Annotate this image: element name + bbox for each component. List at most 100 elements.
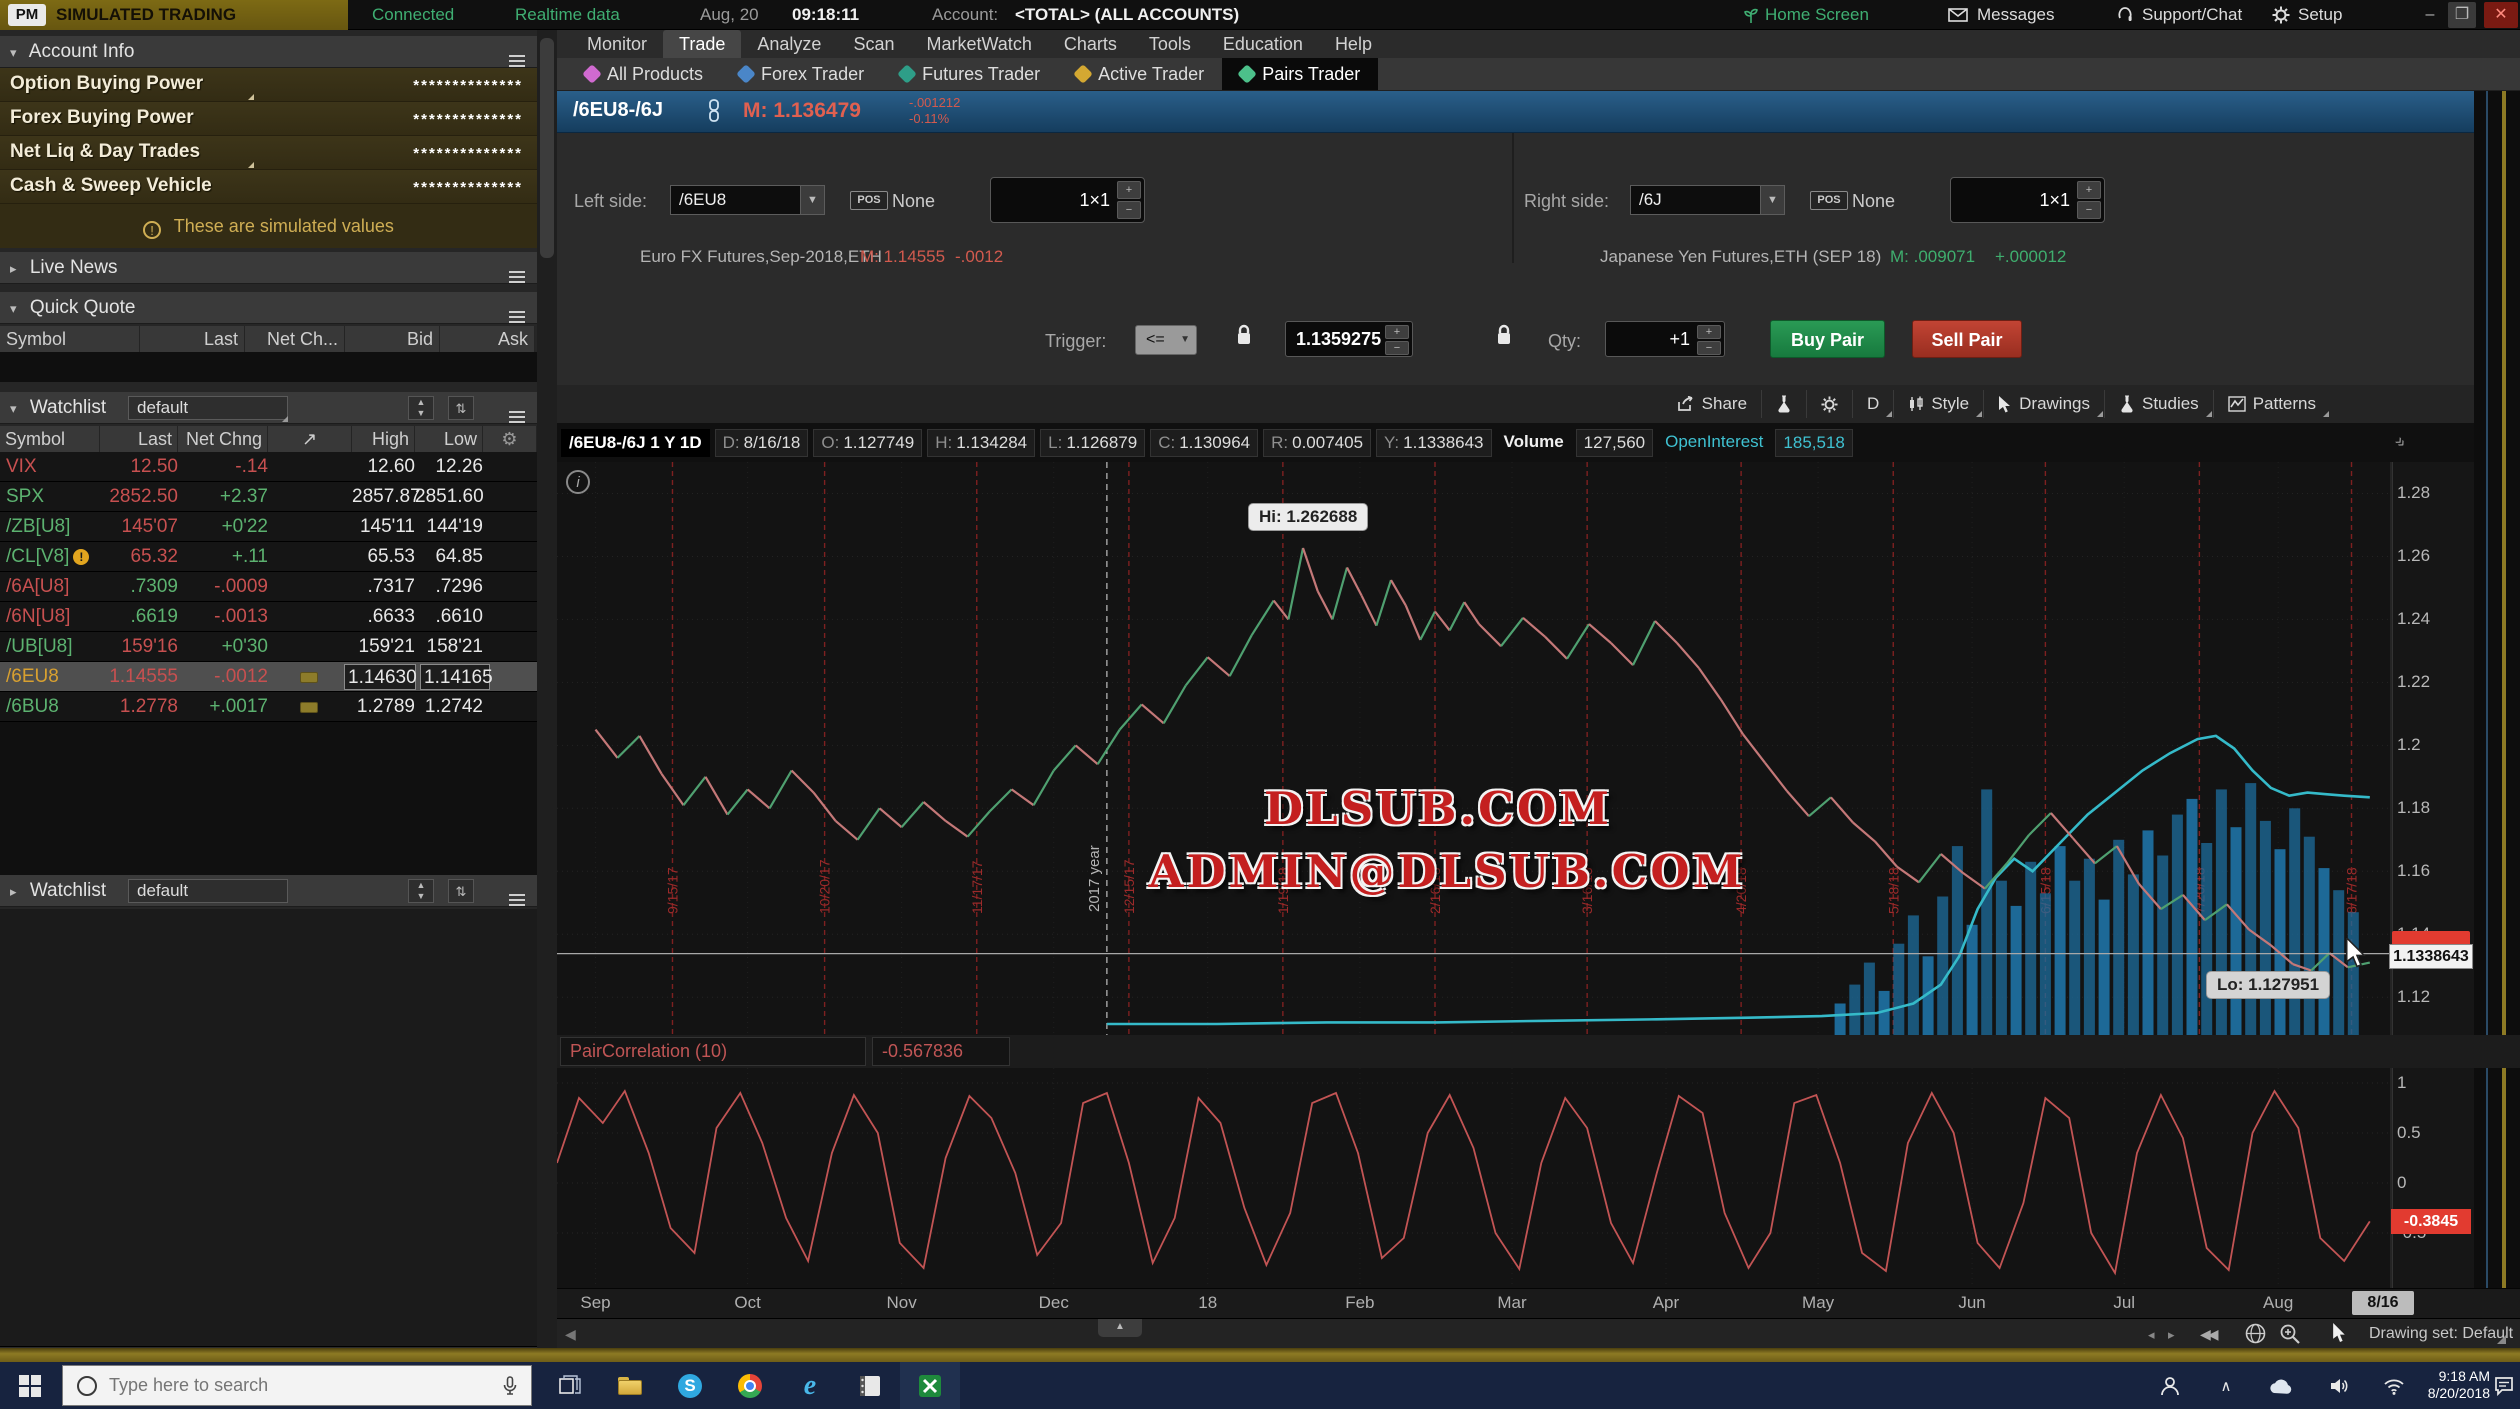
watchlist-row--cl-v8-[interactable]: /CL[V8]!65.32+.1165.5364.85 [0, 542, 537, 572]
volume-icon[interactable] [2318, 1362, 2362, 1409]
pm-badge[interactable]: PM [8, 4, 46, 26]
main-chart-svg[interactable]: 9/15/1710/20/1711/17/1712/15/171/19/182/… [557, 462, 2390, 1035]
lock-icon[interactable] [1495, 323, 1513, 352]
link-icon[interactable] [707, 99, 721, 128]
step-right-icon[interactable]: ▸ [2168, 1327, 2175, 1343]
correlation-chart-area[interactable] [557, 1068, 2390, 1288]
flag-icon[interactable] [300, 702, 318, 713]
quote-speed-icon[interactable]: ⇅ [448, 396, 474, 420]
data-status[interactable]: Realtime data [515, 0, 620, 30]
tab-education[interactable]: Education [1207, 30, 1319, 58]
studies-button[interactable]: Studies [2104, 390, 2213, 418]
drawing-set-label[interactable]: Drawing set: Default [2369, 1325, 2513, 1343]
watchlist2-preset-dropdown[interactable]: default [128, 879, 288, 903]
decrement-button[interactable]: − [1117, 201, 1141, 219]
chart-settings-button[interactable] [1806, 390, 1852, 418]
tab-marketwatch[interactable]: MarketWatch [910, 30, 1047, 58]
left-ratio-input[interactable]: 1×1 +− [990, 177, 1145, 223]
flag-icon[interactable] [300, 672, 318, 683]
watchlist-row--6bu8[interactable]: /6BU81.2778+.00171.27891.2742 [0, 692, 537, 722]
media-player-icon[interactable] [840, 1362, 900, 1409]
time-axis[interactable]: SepOctNovDec18FebMarAprMayJunJulAug [557, 1288, 2520, 1318]
column-header-bid[interactable]: Bid [345, 326, 440, 352]
sort-arrows-icon[interactable]: ▲▼ [408, 879, 434, 903]
watchlist-row--6a-u8-[interactable]: /6A[U8].7309-.0009.7317.7296 [0, 572, 537, 602]
step-left-icon[interactable]: ◂ [2148, 1327, 2155, 1343]
column-header-gear-icon[interactable]: ⚙ [483, 426, 537, 452]
search-input[interactable] [109, 1375, 503, 1396]
column-header-last[interactable]: Last [140, 326, 245, 352]
section-quick-quote[interactable]: ▾ Quick Quote [0, 292, 537, 324]
sell-pair-button[interactable]: Sell Pair [1912, 320, 2022, 358]
network-icon[interactable] [2372, 1362, 2416, 1409]
left-symbol-dropdown[interactable]: /6EU8▼ [670, 185, 825, 215]
tab-tools[interactable]: Tools [1133, 30, 1207, 58]
quote-speed-icon[interactable]: ⇅ [448, 879, 474, 903]
section-watchlist[interactable]: ▾ Watchlist default ▲▼ ⇅ [0, 392, 537, 424]
lock-icon[interactable] [1235, 323, 1253, 352]
taskbar-search[interactable] [62, 1365, 532, 1406]
watchlist-preset-dropdown[interactable]: default [128, 396, 288, 420]
messages-button[interactable]: Messages [1977, 0, 2054, 30]
minimize-button[interactable]: – [2416, 2, 2444, 28]
section-menu-icon[interactable] [509, 262, 525, 294]
watchlist-row--6n-u8-[interactable]: /6N[U8].6619-.0013.6633.6610 [0, 602, 537, 632]
chart-info-icon[interactable]: i [566, 470, 590, 494]
trigger-price-input[interactable]: 1.1359275 +− [1285, 321, 1413, 357]
tab-scan[interactable]: Scan [837, 30, 910, 58]
right-symbol-dropdown[interactable]: /6J▼ [1630, 185, 1785, 215]
subtab-all-products[interactable]: All Products [567, 58, 721, 90]
correlation-chart-svg[interactable] [557, 1068, 2390, 1288]
correlation-axis[interactable]: 10.50-0.5 [2392, 1068, 2474, 1288]
trigger-condition-dropdown[interactable]: <=▼ [1135, 325, 1197, 355]
subtab-active-trader[interactable]: Active Trader [1058, 58, 1222, 90]
decrement-button[interactable]: − [2077, 201, 2101, 219]
internet-explorer-icon[interactable]: e [780, 1362, 840, 1409]
correlation-study-label[interactable]: PairCorrelation (10) [560, 1037, 866, 1066]
sidebar-scrollbar[interactable] [537, 30, 557, 1348]
close-button[interactable]: ✕ [2484, 2, 2518, 28]
watchlist-row-spx[interactable]: SPX2852.50+2.372857.872851.60 [0, 482, 537, 512]
column-header-high[interactable]: High [352, 426, 415, 452]
section-account-info[interactable]: ▾ Account Info [0, 36, 537, 68]
column-header-low[interactable]: Low [415, 426, 483, 452]
watchlist-row--ub-u8-[interactable]: /UB[U8]159'16+0'30159'21158'21 [0, 632, 537, 662]
action-center-icon[interactable] [2488, 1362, 2520, 1409]
column-header-net-ch-[interactable]: Net Ch... [245, 326, 345, 352]
subtab-forex-trader[interactable]: Forex Trader [721, 58, 882, 90]
tab-monitor[interactable]: Monitor [571, 30, 663, 58]
increment-button[interactable]: + [1117, 181, 1141, 199]
increment-button[interactable]: + [1697, 325, 1721, 339]
home-screen-button[interactable]: Home Screen [1765, 0, 1869, 30]
buy-pair-button[interactable]: Buy Pair [1770, 320, 1885, 358]
subtab-futures-trader[interactable]: Futures Trader [882, 58, 1058, 90]
pointer-icon[interactable] [2332, 1323, 2348, 1348]
green-app-icon[interactable] [900, 1362, 960, 1409]
quick-quote-empty-row[interactable] [0, 352, 537, 382]
zoom-icon[interactable] [2279, 1323, 2301, 1350]
flask-button[interactable] [1761, 390, 1806, 418]
fast-back-icon[interactable]: ◀◀ [2200, 1326, 2216, 1343]
tab-charts[interactable]: Charts [1048, 30, 1133, 58]
qty-input[interactable]: +1 +− [1605, 321, 1725, 357]
subtab-pairs-trader[interactable]: Pairs Trader [1222, 58, 1378, 90]
scrollbar-thumb[interactable] [540, 38, 554, 258]
column-header-symbol[interactable]: Symbol [0, 426, 100, 452]
start-button[interactable] [0, 1362, 60, 1409]
tab-analyze[interactable]: Analyze [741, 30, 837, 58]
right-ratio-input[interactable]: 1×1 +− [1950, 177, 2105, 223]
patterns-button[interactable]: Patterns [2213, 390, 2330, 418]
column-header-ask[interactable]: Ask [440, 326, 535, 352]
increment-button[interactable]: + [2077, 181, 2101, 199]
column-header-net-chng[interactable]: Net Chng [178, 426, 268, 452]
skype-icon[interactable]: S [660, 1362, 720, 1409]
tab-trade[interactable]: Trade [663, 30, 741, 58]
globe-icon[interactable] [2245, 1323, 2266, 1349]
resize-corner[interactable] [2497, 1335, 2506, 1344]
watchlist-row--6eu8[interactable]: /6EU81.14555-.00121.146301.14165 [0, 662, 537, 692]
clock-tray[interactable]: 9:18 AM 8/20/2018 [2424, 1368, 2490, 1402]
tab-help[interactable]: Help [1319, 30, 1388, 58]
watchlist-row--zb-u8-[interactable]: /ZB[U8]145'07+0'22145'11144'19 [0, 512, 537, 542]
decrement-button[interactable]: − [1385, 341, 1409, 355]
main-chart-area[interactable]: 9/15/1710/20/1711/17/1712/15/171/19/182/… [557, 462, 2390, 1035]
